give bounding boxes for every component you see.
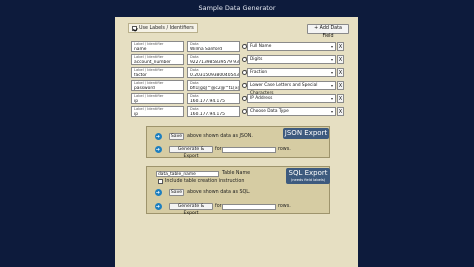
- arrow-right-icon: [155, 203, 162, 211]
- sql-export-badge-subtitle: (needs field labels): [290, 178, 326, 182]
- data-value: 922713985839579 93: [190, 59, 239, 65]
- sql-export-badge-title: SQL Export: [288, 169, 328, 177]
- data-field[interactable]: Data 160.177.94.175: [187, 106, 240, 117]
- app-title: Sample Data Generator: [198, 4, 276, 12]
- label-identifier-value: factor: [134, 72, 147, 78]
- sql-rows-input[interactable]: [222, 204, 276, 210]
- json-for-text: for: [215, 147, 222, 152]
- sql-include-creation-checkbox[interactable]: [158, 179, 163, 184]
- data-type-select[interactable]: Choose Data Type: [247, 107, 336, 116]
- use-labels-toggle[interactable]: Use Labels / Identifiers: [128, 23, 198, 33]
- data-value: 0.20315093800405437: [190, 72, 239, 78]
- data-value: bfl1[gq]^@c2@^t1[x@&: [190, 85, 239, 91]
- delete-field-button[interactable]: X: [337, 68, 344, 77]
- delete-field-button[interactable]: X: [337, 42, 344, 51]
- label-identifier-value: password: [134, 85, 155, 91]
- sql-table-name-label: Table Name: [222, 171, 251, 176]
- delete-field-button[interactable]: X: [337, 94, 344, 103]
- data-type-select[interactable]: IP Address: [247, 94, 336, 103]
- sql-export-badge: SQL Export (needs field labels): [286, 168, 330, 184]
- chevron-down-icon: [331, 72, 333, 74]
- sql-table-name-input[interactable]: data_table_name: [156, 171, 219, 177]
- use-labels-checkbox[interactable]: [132, 25, 137, 31]
- data-field[interactable]: Data bfl1[gq]^@c2@^t1[x@&: [187, 80, 240, 91]
- label-identifier-field[interactable]: Label / Identifier account_number: [131, 54, 184, 65]
- chevron-down-icon: [331, 98, 333, 100]
- data-value: Wilma Sanford: [190, 46, 223, 52]
- sql-generate-export-button[interactable]: Generate & Export: [169, 203, 213, 216]
- json-generate-export-button[interactable]: Generate & Export: [169, 146, 213, 159]
- json-save-button[interactable]: Save: [169, 133, 184, 140]
- data-field[interactable]: Data 160.177.94.175: [187, 93, 240, 104]
- sql-save-text: above shown data as SQL.: [187, 190, 251, 195]
- data-field[interactable]: Data Wilma Sanford: [187, 41, 240, 52]
- data-type-select[interactable]: Fraction: [247, 68, 336, 77]
- delete-field-button[interactable]: X: [337, 107, 344, 116]
- sql-for-text: for: [215, 204, 222, 209]
- arrow-right-icon: [155, 133, 162, 141]
- data-value: 160.177.94.175: [190, 111, 225, 117]
- data-value: 160.177.94.175: [190, 98, 225, 104]
- json-export-badge: JSON Export: [283, 128, 329, 139]
- data-type-select[interactable]: Full Name: [247, 42, 336, 51]
- data-field[interactable]: Data 922713985839579 93: [187, 54, 240, 65]
- json-rows-text: rows.: [278, 147, 291, 152]
- label-identifier-field[interactable]: Label / Identifier name: [131, 41, 184, 52]
- label-identifier-field[interactable]: Label / Identifier ip: [131, 106, 184, 117]
- json-export-panel: JSON Export Save above shown data as JSO…: [146, 126, 330, 159]
- data-type-select[interactable]: Lower Case Letters and Special Character…: [247, 81, 336, 96]
- data-type-select[interactable]: Digits: [247, 55, 336, 64]
- json-rows-input[interactable]: [222, 147, 276, 153]
- label-identifier-field[interactable]: Label / Identifier ip: [131, 93, 184, 104]
- right-margin: [358, 17, 474, 267]
- delete-field-button[interactable]: X: [337, 55, 344, 64]
- arrow-right-icon: [155, 189, 162, 197]
- sql-rows-text: rows.: [278, 204, 291, 209]
- chevron-down-icon: [331, 46, 333, 48]
- label-identifier-value: ip: [134, 98, 139, 104]
- left-margin: [0, 17, 115, 267]
- use-labels-label: Use Labels / Identifiers: [139, 25, 194, 31]
- label-identifier-field[interactable]: Label / Identifier factor: [131, 67, 184, 78]
- add-data-field-button[interactable]: + Add Data Field: [307, 24, 349, 39]
- label-identifier-field[interactable]: Label / Identifier password: [131, 80, 184, 91]
- json-save-text: above shown data as JSON.: [187, 134, 253, 139]
- chevron-down-icon: [331, 85, 333, 87]
- label-identifier-value: name: [134, 46, 147, 52]
- sql-export-panel: SQL Export (needs field labels) data_tab…: [146, 166, 330, 216]
- delete-field-button[interactable]: X: [337, 81, 344, 90]
- chevron-down-icon: [331, 59, 333, 61]
- data-field[interactable]: Data 0.20315093800405437: [187, 67, 240, 78]
- sql-save-button[interactable]: Save: [169, 189, 184, 196]
- label-identifier-value: account_number: [134, 59, 171, 65]
- arrow-right-icon: [155, 146, 162, 154]
- label-identifier-value: ip: [134, 111, 139, 117]
- sql-include-creation-label: Include table creation instruction: [165, 178, 245, 184]
- chevron-down-icon: [331, 111, 333, 113]
